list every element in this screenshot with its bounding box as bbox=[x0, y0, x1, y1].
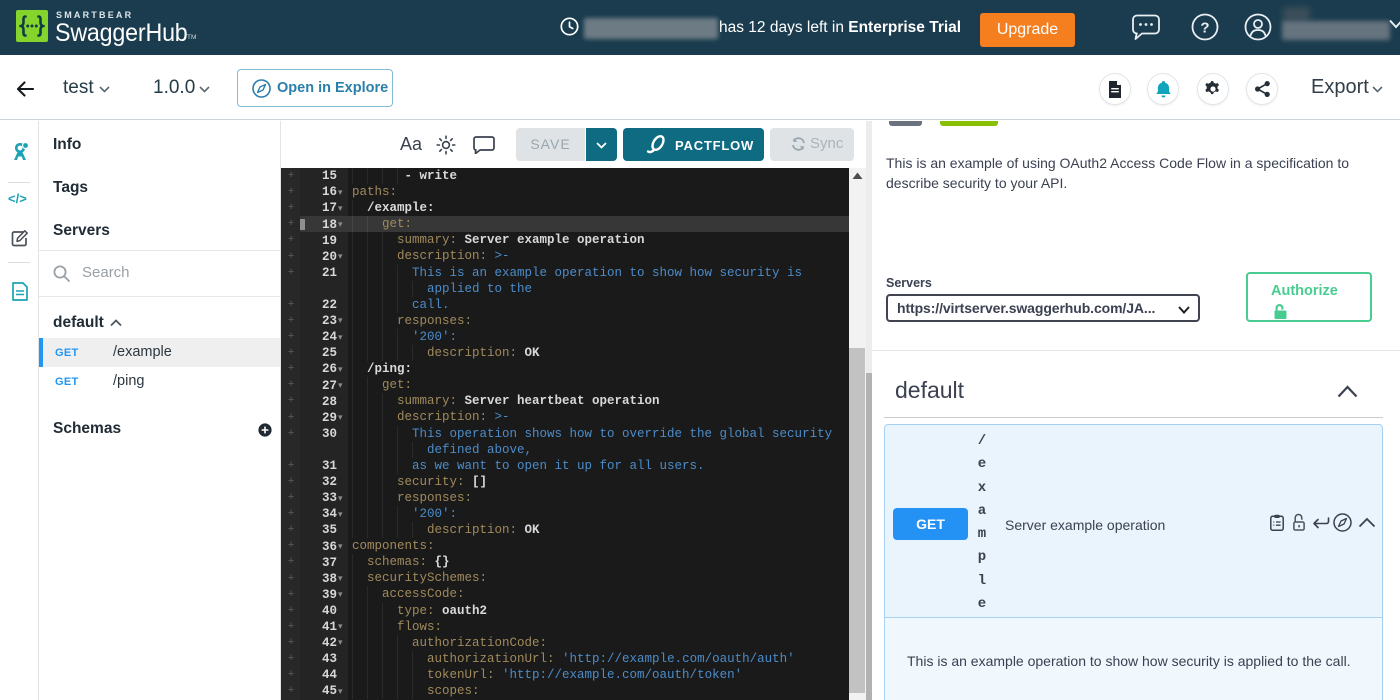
svg-text:?: ? bbox=[1200, 20, 1209, 37]
